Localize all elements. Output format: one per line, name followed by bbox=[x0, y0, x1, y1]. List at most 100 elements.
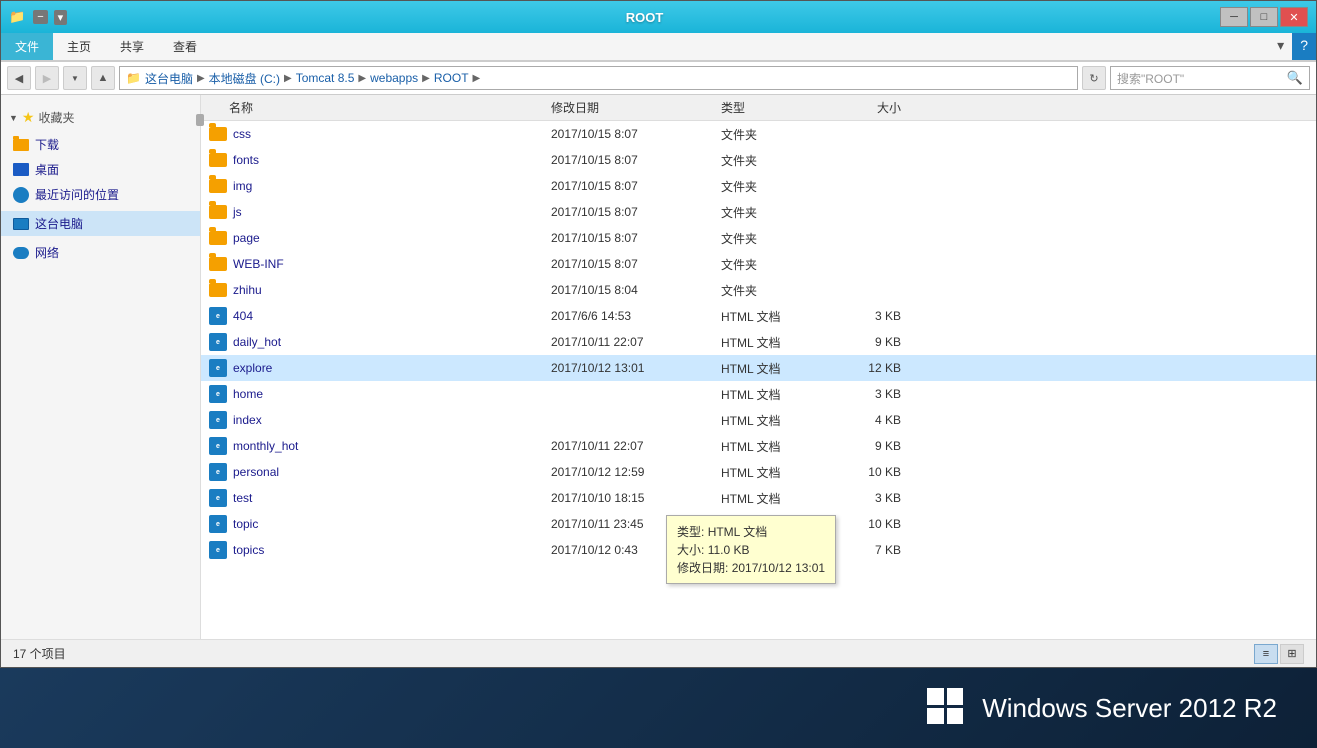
file-name-cell: e home bbox=[201, 385, 551, 403]
favorites-label: 收藏夹 bbox=[38, 109, 74, 126]
sidebar-item-this-pc[interactable]: 这台电脑 bbox=[1, 211, 200, 236]
file-name: explore bbox=[233, 361, 272, 375]
view-buttons: ≡ ⊞ bbox=[1254, 644, 1304, 664]
close-button[interactable]: ✕ bbox=[1280, 7, 1308, 27]
win-grid-tr bbox=[947, 688, 964, 705]
sep4: ▶ bbox=[422, 73, 430, 84]
table-row[interactable]: css 2017/10/15 8:07 文件夹 bbox=[201, 121, 1316, 147]
path-item-1[interactable]: 本地磁盘 (C:) bbox=[209, 70, 280, 87]
back-button[interactable]: ◀ bbox=[7, 66, 31, 90]
file-name-cell: e topics bbox=[201, 541, 551, 559]
recent-icon bbox=[13, 187, 29, 203]
file-name-cell: e topic bbox=[201, 515, 551, 533]
path-item-0[interactable]: 这台电脑 bbox=[145, 70, 193, 87]
table-row[interactable]: zhihu 2017/10/15 8:04 文件夹 bbox=[201, 277, 1316, 303]
file-date-cell: 2017/10/15 8:07 bbox=[551, 205, 721, 219]
sidebar-item-desktop[interactable]: 桌面 bbox=[1, 157, 200, 182]
help-button[interactable]: ? bbox=[1292, 33, 1316, 60]
sidebar-item-recent[interactable]: 最近访问的位置 bbox=[1, 182, 200, 207]
view-details-button[interactable]: ≡ bbox=[1254, 644, 1278, 664]
sidebar-item-network[interactable]: 网络 bbox=[1, 240, 200, 265]
table-row[interactable]: e home HTML 文档 3 KB bbox=[201, 381, 1316, 407]
table-row[interactable]: page 2017/10/15 8:07 文件夹 bbox=[201, 225, 1316, 251]
column-name: 名称 bbox=[201, 99, 551, 116]
folder-icon bbox=[209, 283, 227, 297]
table-row[interactable]: e daily_hot 2017/10/11 22:07 HTML 文档 9 K… bbox=[201, 329, 1316, 355]
content-area: ▼ ★ 收藏夹 下载 桌面 最近访问的位置 bbox=[1, 95, 1316, 639]
file-date-cell: 2017/10/15 8:04 bbox=[551, 283, 721, 297]
sep2: ▶ bbox=[284, 73, 292, 84]
view-tiles-button[interactable]: ⊞ bbox=[1280, 644, 1304, 664]
forward-button[interactable]: ▶ bbox=[35, 66, 59, 90]
html-file-icon: e bbox=[209, 437, 227, 455]
file-name-cell: e index bbox=[201, 411, 551, 429]
tooltip-size: 大小: 11.0 KB bbox=[677, 541, 825, 558]
tab-view[interactable]: 查看 bbox=[159, 33, 212, 60]
column-date: 修改日期 bbox=[551, 99, 721, 116]
file-name: index bbox=[233, 413, 262, 427]
html-file-icon: e bbox=[209, 411, 227, 429]
table-row[interactable]: js 2017/10/15 8:07 文件夹 bbox=[201, 199, 1316, 225]
maximize-button[interactable]: □ bbox=[1250, 7, 1278, 27]
win-grid-tl bbox=[927, 688, 944, 705]
folder-icon bbox=[209, 127, 227, 141]
file-size-cell: 7 KB bbox=[841, 543, 921, 557]
file-name-cell: img bbox=[201, 179, 551, 193]
tab-home[interactable]: 主页 bbox=[53, 33, 106, 60]
file-name: 404 bbox=[233, 309, 253, 323]
win-grid-br bbox=[947, 708, 964, 725]
up-button[interactable]: ▲ bbox=[91, 66, 115, 90]
sidebar-favorites-header: ▼ ★ 收藏夹 bbox=[1, 103, 200, 132]
folder-icon bbox=[13, 139, 29, 151]
os-name: Windows Server 2012 R2 bbox=[982, 693, 1277, 724]
file-type-cell: HTML 文档 bbox=[721, 360, 841, 377]
file-name: zhihu bbox=[233, 283, 262, 297]
file-date-cell: 2017/6/6 14:53 bbox=[551, 309, 721, 323]
folder-icon bbox=[209, 231, 227, 245]
status-bar: 17 个项目 ≡ ⊞ bbox=[1, 639, 1316, 667]
sidebar-item-downloads[interactable]: 下载 bbox=[1, 132, 200, 157]
address-bar: ◀ ▶ ▼ ▲ 📁 这台电脑 ▶ 本地磁盘 (C:) ▶ Tomcat 8.5 … bbox=[1, 62, 1316, 95]
path-item-4[interactable]: ROOT bbox=[434, 71, 469, 85]
table-row[interactable]: e explore 2017/10/12 13:01 HTML 文档 12 KB bbox=[201, 355, 1316, 381]
sidebar-network-section: 网络 bbox=[1, 240, 200, 265]
address-path[interactable]: 📁 这台电脑 ▶ 本地磁盘 (C:) ▶ Tomcat 8.5 ▶ webapp… bbox=[119, 66, 1078, 90]
search-icon[interactable]: 🔍 bbox=[1287, 70, 1303, 86]
file-type-cell: 文件夹 bbox=[721, 126, 841, 143]
file-size-cell: 12 KB bbox=[841, 361, 921, 375]
html-file-icon: e bbox=[209, 515, 227, 533]
table-row[interactable]: WEB-INF 2017/10/15 8:07 文件夹 bbox=[201, 251, 1316, 277]
table-row[interactable]: e test 2017/10/10 18:15 HTML 文档 3 KB bbox=[201, 485, 1316, 511]
status-item-count: 17 个项目 bbox=[13, 645, 66, 662]
file-type-cell: HTML 文档 bbox=[721, 386, 841, 403]
path-item-3[interactable]: webapps bbox=[370, 71, 418, 85]
tab-file[interactable]: 文件 bbox=[1, 33, 53, 60]
tab-share[interactable]: 共享 bbox=[106, 33, 159, 60]
sidebar-item-desktop-label: 桌面 bbox=[35, 161, 59, 178]
sidebar-computer-section: 这台电脑 bbox=[1, 211, 200, 236]
file-name: WEB-INF bbox=[233, 257, 284, 271]
refresh-button[interactable]: ↻ bbox=[1082, 66, 1106, 90]
file-name: topic bbox=[233, 517, 258, 531]
file-name-cell: e daily_hot bbox=[201, 333, 551, 351]
search-box[interactable]: 搜索"ROOT" 🔍 bbox=[1110, 66, 1310, 90]
dropdown-button[interactable]: ▼ bbox=[63, 66, 87, 90]
minimize-button[interactable]: ─ bbox=[1220, 7, 1248, 27]
table-row[interactable]: img 2017/10/15 8:07 文件夹 bbox=[201, 173, 1316, 199]
ribbon-expand-button[interactable]: ▾ bbox=[1269, 33, 1292, 60]
file-type-cell: HTML 文档 bbox=[721, 334, 841, 351]
sidebar: ▼ ★ 收藏夹 下载 桌面 最近访问的位置 bbox=[1, 95, 201, 639]
tooltip-type-value: HTML 文档 bbox=[708, 525, 768, 539]
table-row[interactable]: fonts 2017/10/15 8:07 文件夹 bbox=[201, 147, 1316, 173]
title-bar: 📁 − ▾ ROOT ─ □ ✕ bbox=[1, 1, 1316, 33]
sidebar-favorites: ▼ ★ 收藏夹 下载 桌面 最近访问的位置 bbox=[1, 103, 200, 207]
table-row[interactable]: e index HTML 文档 4 KB bbox=[201, 407, 1316, 433]
file-name-cell: css bbox=[201, 127, 551, 141]
window-title: ROOT bbox=[69, 10, 1220, 25]
table-row[interactable]: e 404 2017/6/6 14:53 HTML 文档 3 KB bbox=[201, 303, 1316, 329]
table-row[interactable]: e monthly_hot 2017/10/11 22:07 HTML 文档 9… bbox=[201, 433, 1316, 459]
file-size-cell: 9 KB bbox=[841, 335, 921, 349]
table-row[interactable]: e personal 2017/10/12 12:59 HTML 文档 10 K… bbox=[201, 459, 1316, 485]
path-item-2[interactable]: Tomcat 8.5 bbox=[296, 71, 355, 85]
file-size-cell: 3 KB bbox=[841, 491, 921, 505]
